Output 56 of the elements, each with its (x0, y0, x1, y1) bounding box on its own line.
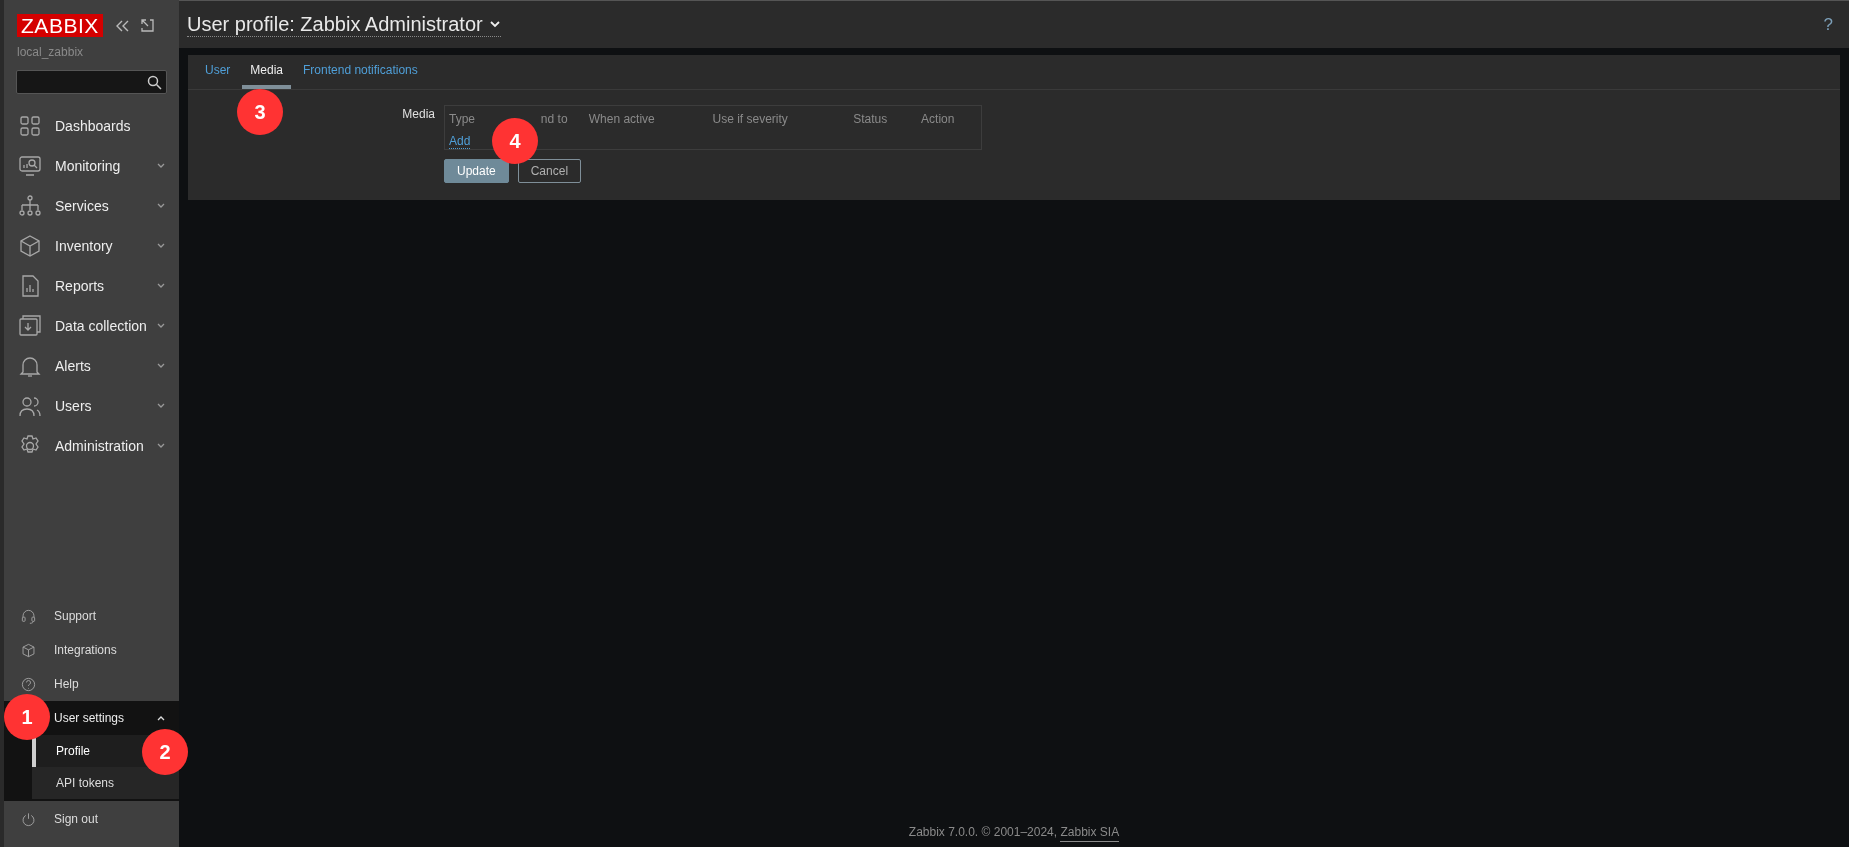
title-dropdown[interactable]: User profile: Zabbix Administrator (187, 12, 501, 37)
report-icon (19, 275, 41, 297)
add-link[interactable]: Add (449, 134, 471, 149)
chevron-down-icon[interactable] (488, 20, 501, 28)
chevron-down-icon (157, 283, 165, 289)
server-name: local_zabbix (16, 44, 85, 61)
menu-item[interactable]: Data collection (4, 306, 179, 346)
column-header: Type (449, 112, 475, 126)
monitor-icon (19, 155, 41, 177)
menu-item[interactable]: Dashboards (4, 106, 179, 146)
update-button[interactable]: Update (444, 159, 509, 183)
collapse-icon[interactable] (114, 19, 129, 32)
company-link[interactable]: Zabbix SIA (1060, 822, 1120, 842)
search-icon[interactable] (147, 74, 162, 90)
box-icon (19, 235, 41, 257)
menu-item[interactable]: Inventory (4, 226, 179, 266)
help-link[interactable]: ? (1823, 11, 1833, 38)
menu-item[interactable]: Reports (4, 266, 179, 306)
chevron-down-icon (157, 363, 165, 369)
download-icon (19, 315, 41, 337)
grid-icon (19, 115, 41, 137)
tab[interactable]: Frontend notifications (295, 61, 426, 89)
hierarchy-icon (19, 195, 41, 217)
bell-icon (19, 355, 41, 377)
help-icon (21, 676, 36, 692)
menu-item[interactable]: Administration (4, 426, 179, 466)
chevron-down-icon (157, 403, 165, 409)
menu-item[interactable]: Sign out (4, 801, 179, 837)
menu-item[interactable]: Monitoring (4, 146, 179, 186)
cube-icon (21, 642, 36, 658)
column-header: When active (588, 112, 655, 126)
chevron-down-icon (157, 203, 165, 209)
column-header: Action (921, 112, 955, 126)
menu-item[interactable]: Integrations (4, 633, 179, 667)
search-field[interactable] (16, 70, 167, 94)
chevron-down-icon (157, 323, 165, 329)
kiosk-mode-icon[interactable] (140, 19, 154, 32)
power-icon (21, 811, 36, 827)
column-header: nd to (540, 112, 568, 126)
column-header: Use if severity (712, 112, 788, 126)
chevron-down-icon (157, 243, 165, 249)
column-header: Status (853, 112, 888, 126)
copyright-text: Zabbix 7.0.0. © 2001–2024, (908, 824, 1059, 841)
menu-item[interactable]: Users (4, 386, 179, 426)
chevron-down-icon (157, 443, 165, 449)
users-icon (19, 395, 41, 417)
zabbix-logo[interactable]: ZABBIX (17, 14, 103, 37)
menu-item[interactable]: Services (4, 186, 179, 226)
submenu-item[interactable]: API tokens (32, 767, 179, 799)
chevron-up-icon (157, 715, 165, 721)
headset-icon (21, 608, 36, 624)
media-label: Media (402, 106, 435, 121)
menu-item[interactable]: Alerts (4, 346, 179, 386)
tab[interactable]: User (197, 61, 239, 89)
menu-item[interactable]: Support (4, 599, 179, 633)
chevron-down-icon (157, 163, 165, 169)
